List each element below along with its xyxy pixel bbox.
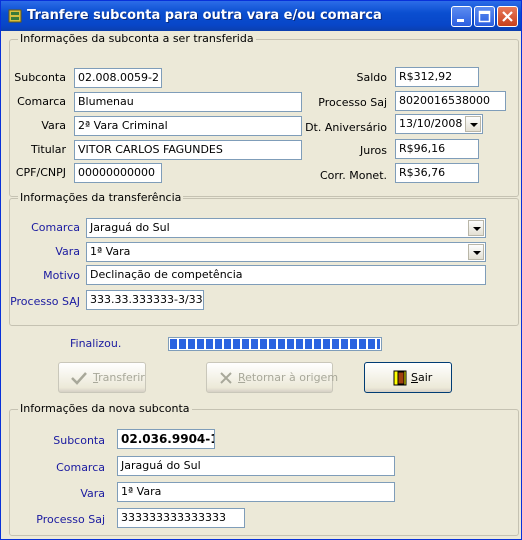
new-subconta-field[interactable]: 02.036.9904-1 [117,429,215,449]
retornar-origem-button[interactable]: Retornar à origem [206,362,338,393]
chevron-down-icon[interactable] [468,244,484,260]
saldo-label: Saldo [356,71,388,84]
motivo-field[interactable]: Declinação de competência [86,265,486,285]
transfer-vara-select[interactable]: 1ª Vara [86,242,486,262]
sair-label: Sair [411,371,432,384]
new-processo-saj-label: Processo Saj [36,513,105,526]
transferir-label: Transferir [93,371,145,384]
transferir-button[interactable]: Transferir [58,362,146,393]
new-comarca-field[interactable]: Jaraguá do Sul [117,456,395,476]
minimize-button[interactable] [451,6,472,27]
vara-field[interactable]: 2ª Vara Criminal [74,116,302,136]
juros-field[interactable]: R$96,16 [395,139,479,159]
retornar-label-rest: etornar à origem [245,371,339,384]
corr-monet-field[interactable]: R$36,76 [395,163,479,183]
origin-subaccount-group: Informações da subconta a ser transferid… [9,32,519,197]
new-subaccount-group: Informações da nova subconta Subconta 02… [9,402,519,536]
close-icon [502,11,513,22]
dt-aniversario-picker[interactable]: 13/10/2008 [395,114,483,134]
dt-aniversario-label: Dt. Aniversário [305,121,387,134]
vara-label: Vara [41,119,66,132]
window-body: Informações da subconta a ser transferid… [3,31,519,537]
check-icon [71,372,87,385]
progress-bar [168,337,382,351]
new-group-legend: Informações da nova subconta [18,402,192,415]
dt-aniversario-value: 13/10/2008 [399,117,463,130]
titular-field[interactable]: VITOR CARLOS FAGUNDES [74,140,302,160]
undo-icon [220,372,232,384]
new-subconta-label: Subconta [53,434,105,447]
processo-saj-label: Processo Saj [318,96,387,109]
exit-door-icon [393,370,407,386]
corr-monet-label: Corr. Monet. [319,169,387,182]
origin-group-legend: Informações da subconta a ser transferid… [18,32,256,45]
saldo-field[interactable]: R$312,92 [395,67,479,87]
comarca-label: Comarca [17,95,66,108]
new-vara-label: Vara [80,487,105,500]
transfer-comarca-label: Comarca [31,221,80,234]
subconta-label: Subconta [14,71,66,84]
app-icon [8,9,22,23]
subconta-field[interactable]: 02.008.0059-2 [74,68,162,88]
transfer-group-legend: Informações da transferência [18,191,184,204]
sair-label-rest: air [417,371,433,384]
new-processo-saj-field[interactable]: 333333333333333 [117,508,245,528]
maximize-button[interactable] [474,6,495,27]
title-bar[interactable]: Tranfere subconta para outra vara e/ou c… [1,1,521,31]
transfer-comarca-value: Jaraguá do Sul [90,221,170,234]
cpf-cnpj-label: CPF/CNPJ [15,166,66,179]
progress-bar-fill [170,339,380,349]
titular-label: Titular [30,143,66,156]
window-title: Tranfere subconta para outra vara e/ou c… [27,8,382,23]
transfer-processo-saj-field[interactable]: 333.33.333333-3/333 [86,290,204,310]
close-button[interactable] [497,6,518,27]
maximize-icon [478,10,491,23]
comarca-field[interactable]: Blumenau [74,92,302,112]
status-text: Finalizou. [70,337,122,350]
chevron-down-icon[interactable] [468,220,484,236]
transfer-processo-saj-label: Processo SAJ [10,295,80,308]
transfer-comarca-select[interactable]: Jaraguá do Sul [86,218,486,238]
chevron-down-icon[interactable] [465,116,481,132]
minimize-icon [457,19,464,22]
sair-button[interactable]: Sair [364,362,452,393]
processo-saj-field[interactable]: 8020016538000 [395,91,506,111]
motivo-label: Motivo [43,269,80,282]
new-comarca-label: Comarca [56,461,105,474]
retornar-origem-label: Retornar à origem [238,371,338,384]
transferir-label-rest: ransferir [98,371,145,384]
new-vara-field[interactable]: 1ª Vara [117,482,395,502]
sair-hotkey: S [411,371,418,384]
cpf-cnpj-field[interactable]: 00000000000 [74,163,162,183]
transfer-info-group: Informações da transferência Comarca Jar… [9,191,519,326]
main-window: Tranfere subconta para outra vara e/ou c… [0,0,522,540]
transfer-vara-value: 1ª Vara [90,245,131,258]
transfer-vara-label: Vara [55,245,80,258]
juros-label: Juros [360,144,387,157]
